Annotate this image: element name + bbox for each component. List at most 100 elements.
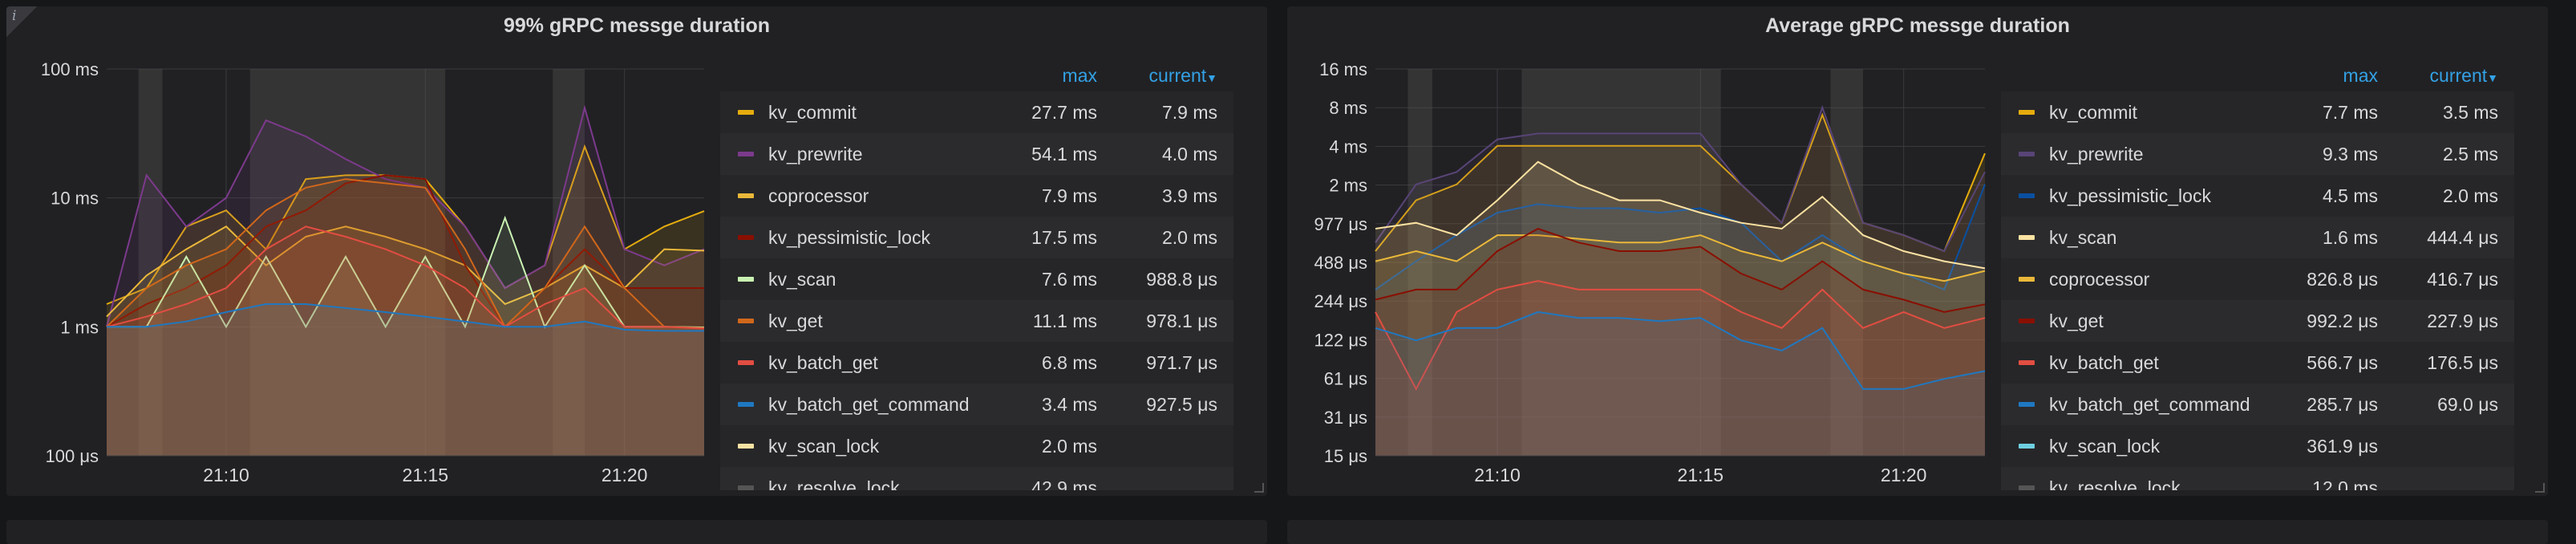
y-tick-label: 100 ms: [41, 59, 99, 79]
legend-max-value: 7.7 ms: [2322, 101, 2378, 123]
legend-item-kv-scan[interactable]: kv_scan 1.6 ms 444.4 μs: [2001, 217, 2514, 258]
series-color-swatch[interactable]: [2019, 319, 2035, 323]
legend-max-value: 2.0 ms: [1041, 435, 1097, 457]
series-color-swatch[interactable]: [2019, 152, 2035, 156]
legend-current-value: 927.5 μs: [1146, 393, 1217, 415]
legend-max-value: 361.9 μs: [2307, 435, 2378, 457]
x-tick-label: 21:20: [1881, 465, 1927, 485]
series-color-swatch[interactable]: [2019, 402, 2035, 407]
next-panel-top: [6, 520, 1267, 544]
legend-item-kv-scan-lock[interactable]: kv_scan_lock 361.9 μs: [2001, 425, 2514, 467]
series-color-swatch[interactable]: [2019, 235, 2035, 240]
legend-series-name: kv_resolve_lock: [2049, 477, 2181, 491]
y-tick-label: 1 ms: [60, 317, 99, 337]
sort-desc-icon: ▼: [1206, 71, 1217, 84]
legend-header: max current▼: [720, 59, 1233, 91]
series-color-swatch[interactable]: [2019, 193, 2035, 198]
legend-max-value: 826.8 μs: [2307, 268, 2378, 290]
x-tick-label: 21:10: [203, 465, 249, 485]
legend-current-value: 2.0 ms: [1161, 226, 1217, 248]
legend-current-value: 69.0 μs: [2437, 393, 2498, 415]
legend-max-value: 54.1 ms: [1031, 143, 1097, 164]
legend-series-name: kv_batch_get: [768, 351, 878, 373]
legend-current-value: 2.5 ms: [2442, 143, 2498, 164]
series-color-swatch[interactable]: [2019, 110, 2035, 115]
legend-item-kv-batch-get-command[interactable]: kv_batch_get_command 3.4 ms 927.5 μs: [720, 384, 1233, 425]
series-color-swatch[interactable]: [2019, 277, 2035, 282]
legend-item-kv-scan[interactable]: kv_scan 7.6 ms 988.8 μs: [720, 258, 1233, 300]
legend-item-kv-get[interactable]: kv_get 11.1 ms 978.1 μs: [720, 300, 1233, 342]
legend-item-kv-resolve-lock[interactable]: kv_resolve_lock 42.9 ms: [720, 467, 1233, 490]
series-color-swatch[interactable]: [738, 485, 754, 490]
graph-plot-area[interactable]: 100 ms 10 ms 1 ms 100 μs 21:10 21:15 21:20: [6, 55, 712, 488]
legend-max-value: 17.5 ms: [1031, 226, 1097, 248]
legend-item-kv-scan-lock[interactable]: kv_scan_lock 2.0 ms: [720, 425, 1233, 467]
x-tick-label: 21:15: [1678, 465, 1724, 485]
legend-series-name: kv_commit: [2049, 101, 2137, 123]
legend-sort-max[interactable]: max: [977, 65, 1097, 87]
legend-item-kv-pessimistic-lock[interactable]: kv_pessimistic_lock 4.5 ms 2.0 ms: [2001, 175, 2514, 217]
legend-series-name: kv_prewrite: [768, 143, 863, 164]
panel-99-grpc-duration[interactable]: i 99% gRPC messge duration 100 ms 10 ms 1 …: [6, 6, 1267, 496]
series-color-swatch[interactable]: [2019, 444, 2035, 449]
resize-handle[interactable]: [2535, 483, 2545, 493]
legend-sort-current[interactable]: current▼: [2378, 65, 2514, 87]
series-color-swatch[interactable]: [738, 444, 754, 449]
legend-item-kv-get[interactable]: kv_get 992.2 μs 227.9 μs: [2001, 300, 2514, 342]
legend-item-kv-batch-get[interactable]: kv_batch_get 566.7 μs 176.5 μs: [2001, 342, 2514, 384]
series-color-swatch[interactable]: [738, 319, 754, 323]
legend-max-value: 285.7 μs: [2307, 393, 2378, 415]
legend-max-value: 3.4 ms: [1041, 393, 1097, 415]
y-tick-label: 10 ms: [51, 189, 99, 209]
legend-item-kv-batch-get-command[interactable]: kv_batch_get_command 285.7 μs 69.0 μs: [2001, 384, 2514, 425]
panel-title[interactable]: 99% gRPC messge duration: [6, 14, 1267, 38]
resize-handle[interactable]: [1254, 483, 1264, 493]
series-color-swatch[interactable]: [2019, 360, 2035, 365]
legend-current-value: 2.0 ms: [2442, 185, 2498, 206]
series-color-swatch[interactable]: [2019, 485, 2035, 490]
legend-item-kv-commit[interactable]: kv_commit 27.7 ms 7.9 ms: [720, 91, 1233, 133]
graph-plot-area[interactable]: 16 ms 8 ms 4 ms 2 ms 977 μs 488 μs 244 μs 122 μ…: [1287, 55, 1993, 488]
y-tick-label: 122 μs: [1314, 330, 1368, 350]
panel-average-grpc-duration[interactable]: Average gRPC messge duration 16 ms 8 ms 4 …: [1287, 6, 2548, 496]
legend-series-name: kv_pessimistic_lock: [2049, 185, 2211, 206]
graph-legend: max current▼ kv_commit 27.7 ms 7.9 ms kv_pr…: [720, 59, 1233, 490]
x-tick-label: 21:20: [601, 465, 648, 485]
series-color-swatch[interactable]: [738, 235, 754, 240]
legend-max-value: 566.7 μs: [2307, 351, 2378, 373]
legend-sort-max[interactable]: max: [2258, 65, 2378, 87]
legend-series-name: kv_scan: [768, 268, 836, 290]
line-chart[interactable]: 100 ms 10 ms 1 ms 100 μs 21:10 21:15 21:20: [6, 55, 712, 488]
legend-max-value: 9.3 ms: [2322, 143, 2378, 164]
legend-item-kv-prewrite[interactable]: kv_prewrite 54.1 ms 4.0 ms: [720, 133, 1233, 175]
legend-item-coprocessor[interactable]: coprocessor 7.9 ms 3.9 ms: [720, 175, 1233, 217]
legend-item-kv-commit[interactable]: kv_commit 7.7 ms 3.5 ms: [2001, 91, 2514, 133]
x-tick-label: 21:15: [403, 465, 449, 485]
legend-item-coprocessor[interactable]: coprocessor 826.8 μs 416.7 μs: [2001, 258, 2514, 300]
legend-series-name: kv_batch_get_command: [768, 393, 970, 415]
panel-title[interactable]: Average gRPC messge duration: [1287, 14, 2548, 38]
legend-series-name: kv_get: [2049, 310, 2104, 331]
legend-current-value: 4.0 ms: [1161, 143, 1217, 164]
series-color-swatch[interactable]: [738, 360, 754, 365]
legend-item-kv-pessimistic-lock[interactable]: kv_pessimistic_lock 17.5 ms 2.0 ms: [720, 217, 1233, 258]
legend-max-value: 7.6 ms: [1041, 268, 1097, 290]
legend-max-value: 12.0 ms: [2312, 477, 2378, 491]
legend-current-value: 227.9 μs: [2427, 310, 2498, 331]
legend-item-kv-batch-get[interactable]: kv_batch_get 6.8 ms 971.7 μs: [720, 342, 1233, 384]
legend-current-value: 3.5 ms: [2442, 101, 2498, 123]
legend-item-kv-resolve-lock[interactable]: kv_resolve_lock 12.0 ms: [2001, 467, 2514, 490]
line-chart[interactable]: 16 ms 8 ms 4 ms 2 ms 977 μs 488 μs 244 μs 122 μ…: [1287, 55, 1993, 488]
series-color-swatch[interactable]: [738, 110, 754, 115]
legend-item-kv-prewrite[interactable]: kv_prewrite 9.3 ms 2.5 ms: [2001, 133, 2514, 175]
series-color-swatch[interactable]: [738, 402, 754, 407]
y-tick-label: 16 ms: [1319, 59, 1367, 79]
x-tick-label: 21:10: [1474, 465, 1521, 485]
series-color-swatch[interactable]: [738, 277, 754, 282]
legend-sort-current[interactable]: current▼: [1097, 65, 1233, 87]
series-color-swatch[interactable]: [738, 152, 754, 156]
series-color-swatch[interactable]: [738, 193, 754, 198]
y-tick-label: 8 ms: [1329, 98, 1367, 118]
y-tick-label: 100 μs: [46, 446, 99, 466]
legend-current-value: 3.9 ms: [1161, 185, 1217, 206]
